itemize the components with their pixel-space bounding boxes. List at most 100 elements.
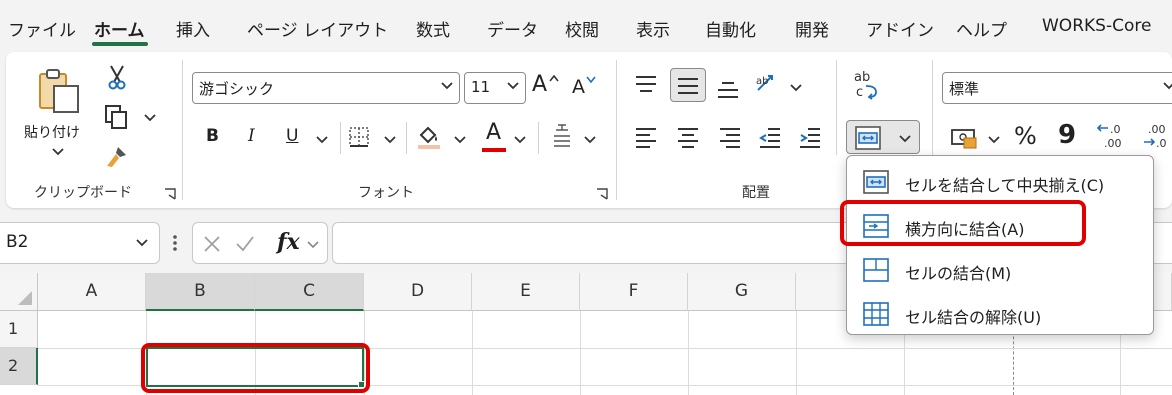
chevron-down-icon[interactable] (384, 136, 396, 144)
percent-style-button[interactable]: % (1014, 122, 1037, 150)
tab-file[interactable]: ファイル (8, 16, 76, 41)
font-size-select[interactable]: 11 (464, 72, 526, 104)
chevron-down-icon[interactable] (316, 136, 328, 144)
tab-review[interactable]: 校閲 (565, 16, 599, 41)
select-all-icon (18, 291, 32, 305)
borders-icon[interactable] (348, 126, 370, 148)
tab-view[interactable]: 表示 (636, 16, 670, 41)
group-separator (836, 60, 837, 155)
tab-home[interactable]: ホーム (94, 16, 145, 41)
tab-developer[interactable]: 開発 (795, 16, 829, 41)
column-header-f[interactable]: F (580, 273, 688, 311)
chevron-down-icon[interactable] (144, 114, 156, 122)
name-box[interactable]: B2 (0, 222, 160, 264)
more-options-icon[interactable] (172, 234, 178, 252)
caret-up-icon (549, 74, 559, 82)
column-header-g[interactable]: G (688, 273, 796, 311)
column-header-e[interactable]: E (472, 273, 580, 311)
menu-item-label: セルの結合(M) (905, 264, 1012, 283)
dialog-launcher-icon[interactable] (596, 188, 608, 200)
align-middle-icon (678, 78, 698, 94)
menu-item-merge-cells[interactable]: セルの結合(M) (847, 248, 1153, 290)
paste-icon[interactable] (36, 68, 82, 114)
column-header-a[interactable]: A (38, 273, 146, 311)
tab-help[interactable]: ヘルプ (956, 16, 1007, 41)
tab-automate[interactable]: 自動化 (705, 16, 756, 41)
italic-button[interactable]: I (248, 126, 255, 146)
fill-color-icon[interactable] (416, 124, 442, 150)
chevron-down-icon[interactable] (307, 241, 319, 249)
tab-insert[interactable]: 挿入 (176, 16, 210, 41)
align-top-icon[interactable] (634, 74, 658, 96)
align-bottom-icon[interactable] (716, 78, 740, 100)
number-format-select[interactable]: 標準 (942, 72, 1172, 104)
chevron-down-icon (1163, 82, 1172, 90)
separator (538, 122, 539, 154)
align-center-icon[interactable] (676, 126, 700, 148)
column-header-d[interactable]: D (364, 273, 472, 311)
copy-icon[interactable] (104, 104, 130, 130)
active-tab-indicator (92, 42, 148, 46)
font-name-select[interactable]: 游ゴシック (192, 72, 460, 104)
menu-item-label: セルを結合して中央揃え(C) (905, 176, 1105, 195)
tab-addins[interactable]: アドイン (866, 16, 934, 41)
cancel-icon[interactable] (203, 235, 221, 253)
tab-formulas[interactable]: 数式 (416, 16, 450, 41)
comma-style-button[interactable]: 9 (1058, 120, 1076, 150)
insert-function-button[interactable]: fx (277, 229, 300, 255)
decrease-indent-icon[interactable] (758, 126, 782, 148)
select-all-corner[interactable] (0, 273, 38, 311)
font-color-button[interactable]: A (486, 120, 501, 145)
tab-works-core[interactable]: WORKS-Core (1042, 16, 1151, 36)
row-header-1[interactable]: 1 (0, 311, 38, 348)
wrap-arrow-icon (865, 85, 877, 100)
chevron-down-icon[interactable] (514, 136, 526, 144)
decrease-decimal-icon[interactable]: .00 .0 (1142, 122, 1172, 152)
tab-data[interactable]: データ (487, 16, 538, 41)
chevron-down-icon (899, 135, 911, 143)
grow-font-button[interactable]: A (532, 72, 547, 97)
row-header-2[interactable]: 2 (0, 348, 38, 385)
dialog-launcher-icon[interactable] (164, 188, 176, 200)
tab-page-layout[interactable]: ページ レイアウト (247, 16, 388, 41)
cut-icon[interactable] (106, 64, 128, 90)
align-right-icon[interactable] (718, 126, 742, 148)
wrap-glyph-bottom: c (856, 85, 864, 100)
grid-line (472, 311, 473, 395)
align-left-icon[interactable] (634, 126, 658, 148)
merge-center-icon (863, 170, 889, 194)
alignment-group-label: 配置 (742, 185, 770, 201)
chevron-down-icon[interactable] (790, 84, 802, 92)
format-painter-icon[interactable] (104, 144, 130, 170)
chevron-down-icon[interactable] (454, 136, 466, 144)
menu-item-unmerge-cells[interactable]: セル結合の解除(U) (847, 292, 1153, 334)
bold-button[interactable]: B (206, 126, 219, 146)
chevron-down-icon[interactable] (584, 136, 596, 144)
font-color-swatch (482, 148, 506, 152)
menu-item-label: セル結合の解除(U) (905, 308, 1042, 327)
svg-text:.00: .00 (1148, 123, 1166, 136)
chevron-down-icon[interactable] (988, 136, 1000, 144)
group-separator (616, 60, 617, 200)
chevron-down-icon[interactable] (52, 148, 64, 156)
column-header-c[interactable]: C (255, 273, 364, 311)
wrap-text-button[interactable]: ab c (850, 70, 882, 106)
align-middle-button[interactable] (670, 68, 706, 102)
phonetic-guide-icon[interactable] (550, 122, 574, 152)
svg-text:.0: .0 (1156, 137, 1167, 150)
increase-decimal-icon[interactable]: .0 .00 (1096, 122, 1130, 152)
increase-indent-icon[interactable] (798, 126, 822, 148)
group-separator (182, 60, 183, 200)
svg-text:ab: ab (756, 76, 768, 87)
paste-label[interactable]: 貼り付け (24, 122, 80, 142)
chevron-down-icon[interactable] (136, 239, 148, 247)
clipboard-group-label: クリップボード (34, 185, 132, 201)
orientation-icon[interactable]: ab (754, 70, 782, 98)
column-header-b[interactable]: B (146, 273, 255, 311)
underline-button[interactable]: U (286, 126, 298, 146)
menu-item-merge-center[interactable]: セルを結合して中央揃え(C) (847, 160, 1153, 202)
accounting-format-icon[interactable] (950, 126, 980, 150)
shrink-font-button[interactable]: A (572, 76, 585, 98)
enter-check-icon[interactable] (235, 235, 255, 253)
merge-center-split-button[interactable] (846, 120, 920, 154)
